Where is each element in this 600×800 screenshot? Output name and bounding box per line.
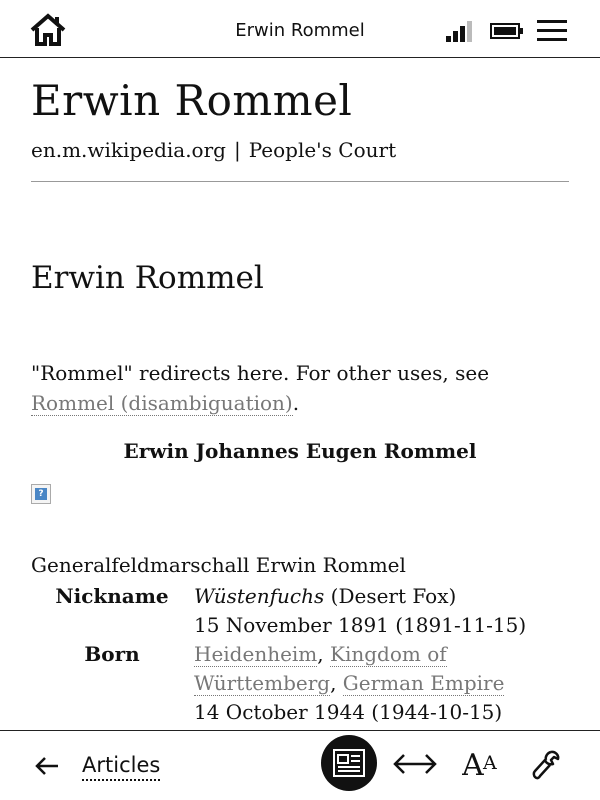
articles-button[interactable]: Articles [82, 753, 161, 781]
nickname-translation: (Desert Fox) [324, 584, 457, 608]
heidenheim-link[interactable]: Heidenheim [194, 642, 318, 667]
infobox-title: Erwin Johannes Eugen Rommel [123, 439, 477, 463]
disambiguation-link[interactable]: Rommel (disambiguation) [31, 391, 293, 416]
nickname-label: Nickname [55, 584, 169, 608]
nickname-value: Wüstenfuchs (Desert Fox) [194, 582, 564, 611]
german-empire-link[interactable]: German Empire [342, 671, 505, 696]
menu-icon[interactable] [536, 18, 568, 44]
hatnote-period: . [292, 391, 300, 415]
article-category: People's Court [248, 138, 397, 162]
hatnote: "Rommel" redirects here. For other uses,… [31, 358, 569, 418]
reader-view-icon [333, 749, 365, 777]
wrench-icon[interactable] [530, 749, 562, 781]
battery-icon [490, 22, 524, 40]
arrow-left-icon[interactable] [34, 755, 60, 777]
section-heading: Erwin Rommel [31, 260, 264, 296]
infobox-table: Nickname Wüstenfuchs (Desert Fox) 15 Nov… [31, 582, 569, 727]
infobox-row-nickname: Nickname Wüstenfuchs (Desert Fox) [31, 582, 569, 611]
infobox-row-born: 15 November 1891 (1891-11-15) Born Heide… [31, 611, 569, 698]
born-label: Born [84, 642, 140, 666]
broken-image-icon[interactable]: ? [31, 484, 51, 504]
meta-separator: | [233, 138, 241, 162]
font-size-icon[interactable]: A A [461, 745, 502, 783]
svg-text:A: A [482, 752, 497, 774]
page-title: Erwin Rommel [31, 76, 353, 125]
nickname-german: Wüstenfuchs [194, 584, 325, 608]
fit-width-icon[interactable] [392, 751, 438, 777]
svg-text:A: A [462, 748, 484, 781]
born-place: Heidenheim, Kingdom of Württemberg, Germ… [194, 640, 564, 698]
source-domain: en.m.wikipedia.org [31, 138, 226, 162]
infobox-row-died: 14 October 1944 (1944-10-15) [31, 698, 569, 727]
died-date: 14 October 1944 (1944-10-15) [194, 700, 503, 724]
article-meta: en.m.wikipedia.org | People's Court [31, 138, 396, 162]
bottom-toolbar: Articles A A [0, 730, 600, 800]
hatnote-text: "Rommel" redirects here. For other uses,… [31, 361, 490, 385]
article-content[interactable]: Erwin Rommel en.m.wikipedia.org | People's… [31, 58, 569, 730]
signal-icon [444, 20, 476, 42]
born-comma: , [330, 671, 343, 695]
image-caption: Generalfeldmarschall Erwin Rommel [31, 553, 406, 577]
top-bar: Erwin Rommel [0, 0, 600, 58]
divider [31, 181, 569, 182]
born-date: 15 November 1891 (1891-11-15) [194, 613, 527, 637]
born-comma: , [317, 642, 330, 666]
reader-view-button[interactable] [321, 735, 377, 791]
